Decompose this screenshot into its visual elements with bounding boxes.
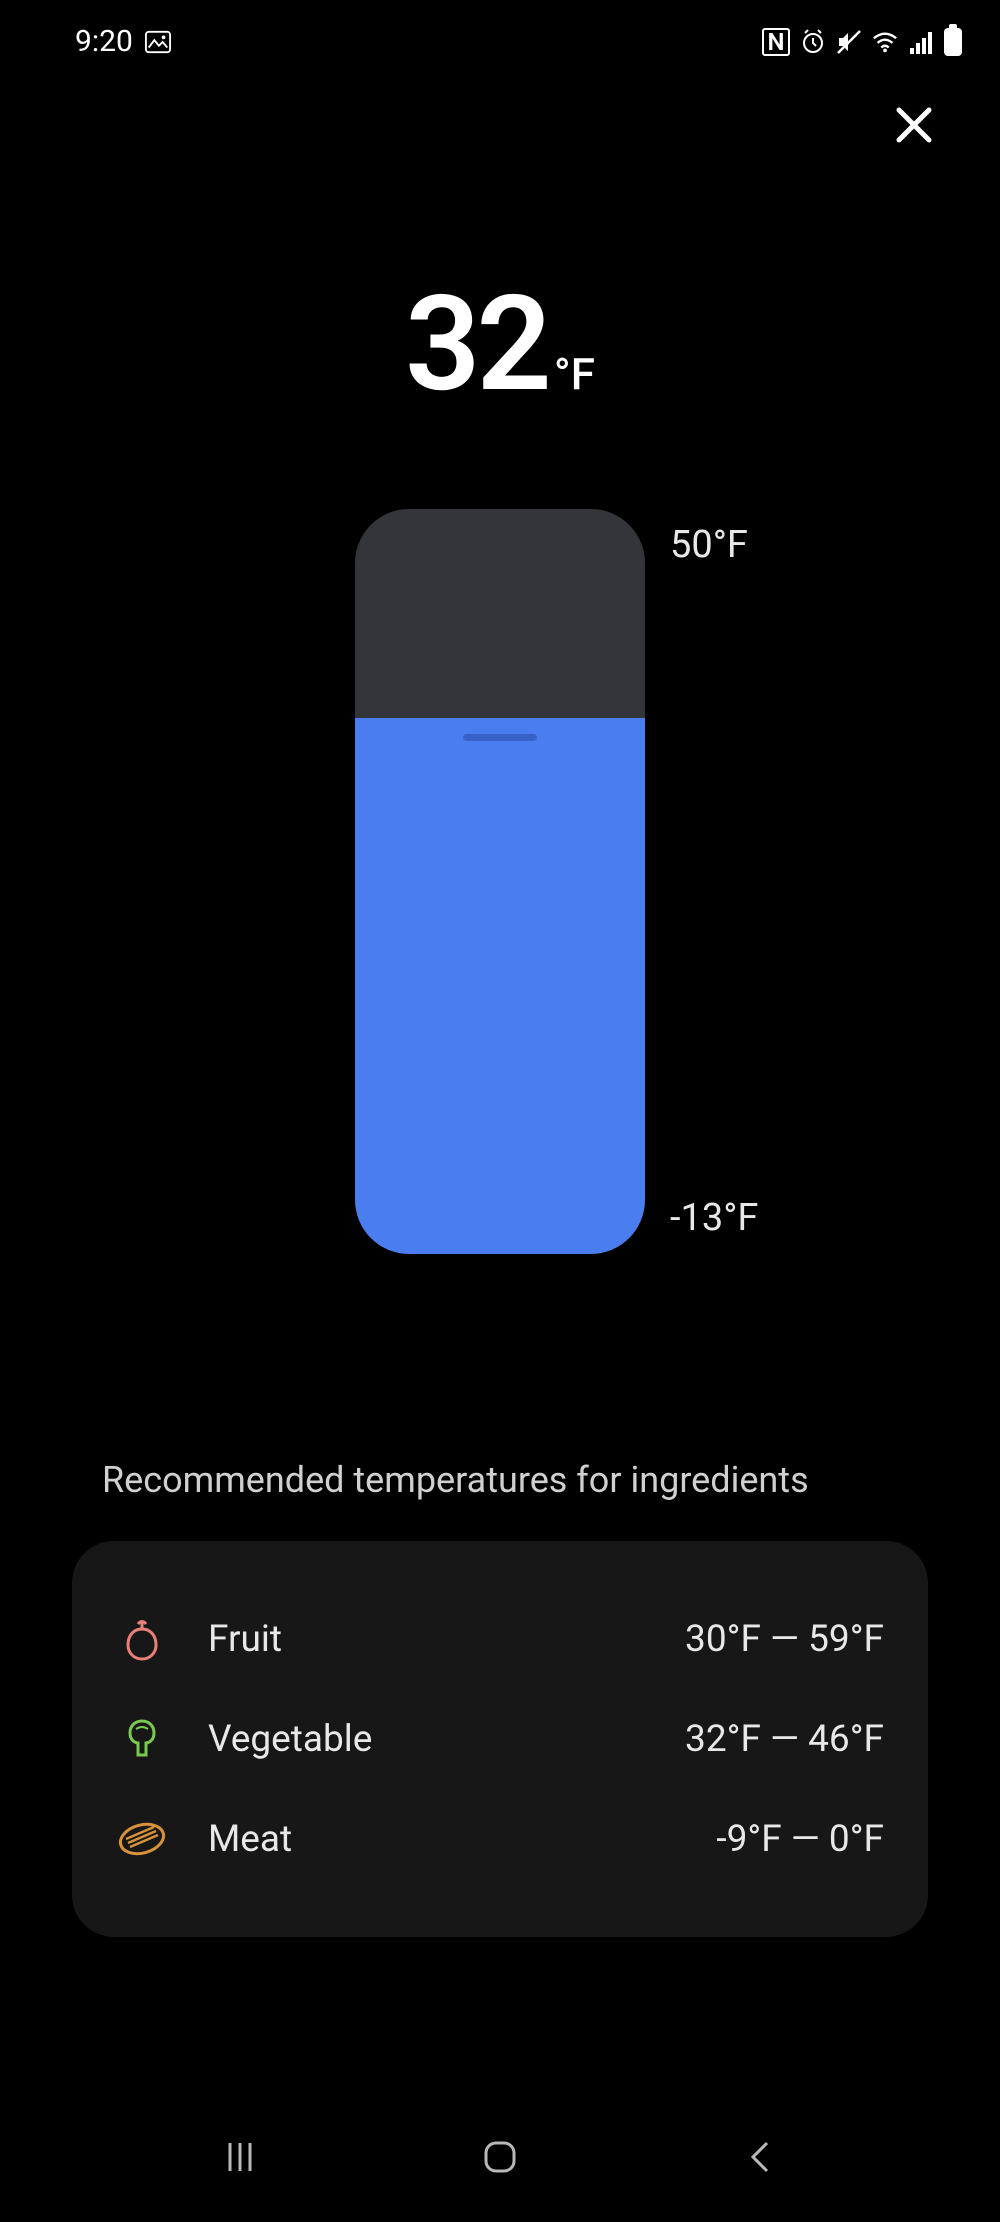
recent-apps-button[interactable] [215, 2132, 265, 2182]
recent-apps-icon [222, 2139, 258, 2175]
ingredient-name: Fruit [208, 1618, 685, 1661]
vegetable-icon [116, 1713, 168, 1765]
ingredient-row-fruit: Fruit 30°F — 59°F [116, 1589, 884, 1689]
recommended-title: Recommended temperatures for ingredients [72, 1459, 928, 1501]
wifi-icon [872, 29, 898, 55]
temperature-slider-container: 50°F -13°F [355, 509, 645, 1254]
status-left: 9:20 [75, 24, 171, 59]
home-button[interactable] [475, 2132, 525, 2182]
temperature-slider[interactable] [355, 509, 645, 1254]
slider-max-label: 50°F [670, 523, 748, 567]
slider-fill [355, 718, 645, 1254]
home-icon [482, 2139, 518, 2175]
nfc-icon: N [762, 28, 790, 56]
navigation-bar [0, 2092, 1000, 2222]
close-button[interactable] [890, 101, 938, 149]
picture-icon [145, 29, 171, 55]
close-icon [893, 104, 935, 146]
ingredient-row-meat: Meat -9°F — 0°F [116, 1789, 884, 1889]
back-button[interactable] [735, 2132, 785, 2182]
fruit-icon [116, 1613, 168, 1665]
ingredient-range: 30°F — 59°F [685, 1618, 884, 1661]
close-container [0, 71, 1000, 149]
back-icon [745, 2139, 775, 2175]
slider-handle-notch [463, 734, 537, 741]
temperature-display: 32 °F [0, 279, 1000, 411]
ingredient-range: 32°F — 46°F [685, 1718, 884, 1761]
ingredient-name: Meat [208, 1818, 716, 1861]
status-right: N [762, 28, 962, 56]
status-bar: 9:20 N [0, 0, 1000, 71]
recommended-section: Recommended temperatures for ingredients… [72, 1459, 928, 1937]
signal-icon [908, 29, 934, 55]
battery-icon [944, 28, 962, 56]
mute-icon [836, 29, 862, 55]
slider-min-label: -13°F [670, 1196, 758, 1240]
temperature-unit: °F [554, 348, 595, 400]
temperature-value: 32 [405, 279, 548, 411]
ingredient-name: Vegetable [208, 1718, 685, 1761]
meat-icon [116, 1813, 168, 1865]
ingredient-row-vegetable: Vegetable 32°F — 46°F [116, 1689, 884, 1789]
recommended-card: Fruit 30°F — 59°F Vegetable 32°F — 46°F [72, 1541, 928, 1937]
alarm-icon [800, 29, 826, 55]
ingredient-range: -9°F — 0°F [716, 1818, 884, 1861]
status-time: 9:20 [75, 24, 133, 59]
